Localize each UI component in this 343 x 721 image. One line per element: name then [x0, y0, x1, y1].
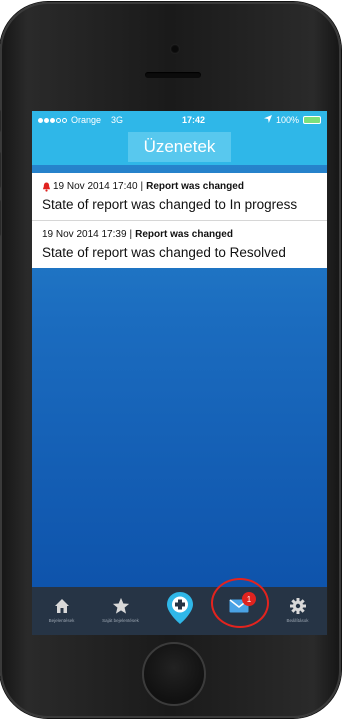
message-title: Report was changed: [146, 181, 244, 192]
location-arrow-icon: [263, 115, 272, 125]
message-separator: |: [140, 181, 144, 192]
message-body: State of report was changed to In progre…: [42, 197, 298, 212]
tab-reports[interactable]: Bejelentések: [32, 587, 91, 635]
message-item[interactable]: 19 Nov 2014 17:39 | Report was changed S…: [32, 221, 327, 268]
carrier-name: Orange: [71, 115, 102, 125]
gear-icon: [289, 597, 306, 615]
screen: Orange 3G 17:42 100% Üzenetek 19 Nov 201…: [32, 111, 327, 635]
phone-frame: Orange 3G 17:42 100% Üzenetek 19 Nov 201…: [0, 2, 341, 718]
status-left: Orange 3G: [38, 115, 123, 125]
star-icon: [112, 597, 130, 615]
navigation-bar: Üzenetek: [32, 129, 327, 165]
message-date: 19 Nov 2014 17:40: [53, 181, 138, 192]
status-bar: Orange 3G 17:42 100%: [32, 111, 327, 129]
tab-label: Beállítások: [286, 618, 309, 623]
message-item[interactable]: 19 Nov 2014 17:40 | Report was changed S…: [32, 173, 327, 221]
tab-add-report[interactable]: [150, 587, 209, 635]
home-button[interactable]: [142, 642, 206, 706]
tab-bar: Bejelentések Saját bejelentések 1 Beállí…: [32, 587, 327, 635]
earpiece-speaker: [145, 72, 201, 78]
volume-up-button: [0, 152, 1, 188]
message-separator: |: [129, 229, 133, 240]
tab-label: Saját bejelentések: [102, 618, 139, 623]
tab-settings[interactable]: Beállítások: [268, 587, 327, 635]
front-camera: [170, 44, 180, 54]
message-meta: 19 Nov 2014 17:40 | Report was changed: [42, 181, 317, 192]
alert-bell-icon: [42, 182, 51, 192]
message-list: 19 Nov 2014 17:40 | Report was changed S…: [32, 173, 327, 268]
network-type: 3G: [111, 115, 124, 125]
add-report-pin-icon: [166, 591, 194, 625]
message-date: 19 Nov 2014 17:39: [42, 229, 127, 240]
battery-percent: 100%: [275, 115, 299, 125]
message-title: Report was changed: [135, 229, 233, 240]
volume-down-button: [0, 200, 1, 236]
page-title: Üzenetek: [127, 132, 232, 162]
status-time: 17:42: [181, 115, 206, 125]
signal-icon: [38, 117, 67, 123]
tab-my-reports[interactable]: Saját bejelentések: [91, 587, 150, 635]
message-body: State of report was changed to Resolved: [42, 245, 286, 260]
message-meta: 19 Nov 2014 17:39 | Report was changed: [42, 229, 317, 240]
highlight-annotation-circle: [211, 578, 269, 628]
tab-label: Bejelentések: [48, 618, 75, 623]
battery-icon: [302, 116, 321, 124]
status-right: 100%: [263, 115, 321, 125]
mute-switch: [0, 110, 1, 132]
home-icon: [54, 597, 70, 615]
